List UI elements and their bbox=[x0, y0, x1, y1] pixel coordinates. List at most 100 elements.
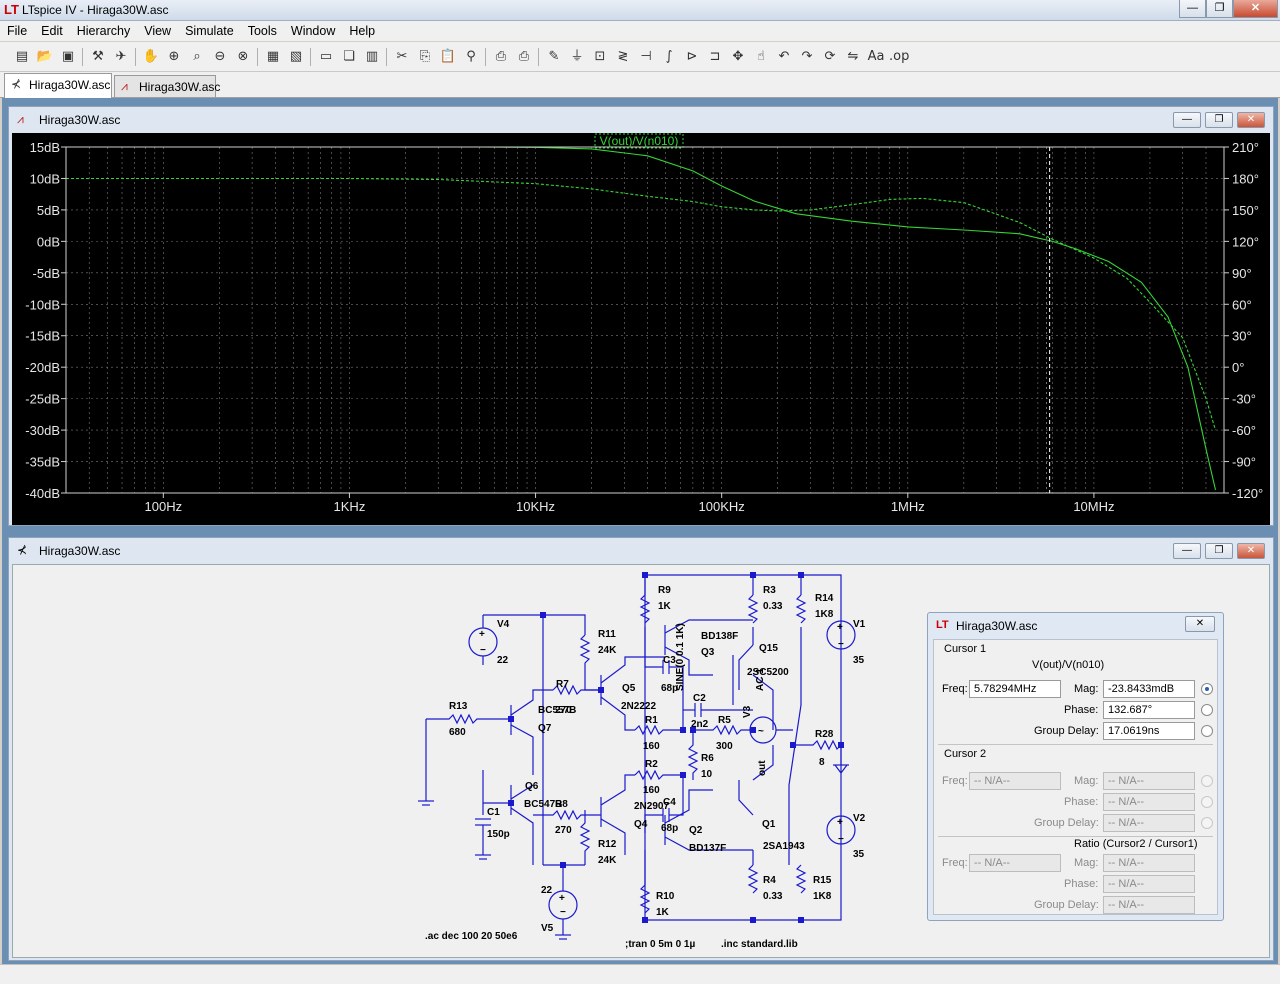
save-icon[interactable]: ▣ bbox=[58, 47, 78, 67]
maximize-button[interactable]: ❐ bbox=[1206, 0, 1233, 18]
label-icon[interactable]: ⊡ bbox=[590, 47, 610, 67]
zoom-pan-icon[interactable]: ⌕ bbox=[187, 47, 207, 67]
tile-horizontal-icon[interactable]: ▭ bbox=[316, 47, 336, 67]
ground-icon[interactable]: ⏚ bbox=[567, 47, 587, 67]
x-tick-label: 10KHz bbox=[516, 499, 555, 514]
child-minimize-button[interactable]: — bbox=[1173, 543, 1201, 559]
magnitude-trace bbox=[66, 146, 1217, 491]
move-icon[interactable]: ✥ bbox=[728, 47, 748, 67]
ratio-freq-field: -- N/A-- bbox=[969, 854, 1061, 872]
y-tick-label: -20dB bbox=[25, 360, 60, 375]
resistor-icon[interactable]: ≷ bbox=[613, 47, 633, 67]
print-icon[interactable]: ⎙ bbox=[514, 47, 534, 67]
waveform-plot[interactable]: 15dB 10dB 5dB 0dB -5dB -10dB -15dB -20dB -25dB -3… bbox=[12, 133, 1270, 525]
child-close-button[interactable]: ✕ bbox=[1237, 112, 1265, 128]
menu-tools[interactable]: Tools bbox=[241, 21, 284, 41]
spice-directive-icon[interactable]: .op bbox=[889, 47, 909, 67]
label-q15: Q15 bbox=[759, 643, 778, 654]
new-schematic-icon[interactable]: ▤ bbox=[12, 47, 32, 67]
label-c2: C2 bbox=[693, 693, 706, 704]
zoom-in-icon[interactable]: ⊕ bbox=[164, 47, 184, 67]
label-r13: R13 bbox=[449, 701, 468, 712]
close-button[interactable]: ✕ bbox=[1233, 0, 1278, 18]
cursor1-phase-radio[interactable] bbox=[1201, 704, 1213, 716]
autoscale-icon[interactable]: ▦ bbox=[263, 47, 283, 67]
cursor-dialog-close-button[interactable]: ✕ bbox=[1185, 616, 1215, 632]
child-restore-button[interactable]: ❐ bbox=[1205, 543, 1233, 559]
svg-text:+: + bbox=[559, 893, 565, 904]
divider bbox=[938, 836, 1213, 837]
menu-help[interactable]: Help bbox=[342, 21, 382, 41]
y2-tick-label: 210° bbox=[1232, 140, 1259, 155]
label-r3: R3 bbox=[763, 585, 776, 596]
label-c4: C4 bbox=[663, 797, 676, 808]
y-tick-label: 10dB bbox=[30, 171, 60, 186]
undo-icon[interactable]: ↶ bbox=[774, 47, 794, 67]
schematic-window-titlebar[interactable]: ⊀ Hiraga30W.asc — ❐ ✕ bbox=[9, 538, 1273, 562]
label-q1-type: 2SA1943 bbox=[763, 841, 805, 852]
child-close-button[interactable]: ✕ bbox=[1237, 543, 1265, 559]
y-tick-label: 15dB bbox=[30, 140, 60, 155]
cursor1-gd-field[interactable]: 17.0619ns bbox=[1103, 722, 1195, 740]
label-r14: R14 bbox=[815, 593, 834, 604]
menu-simulate[interactable]: Simulate bbox=[178, 21, 241, 41]
label-r9: R9 bbox=[658, 585, 671, 596]
y-tick-label: -25dB bbox=[25, 392, 60, 407]
menu-hierarchy[interactable]: Hierarchy bbox=[70, 21, 138, 41]
cursor1-phase-field[interactable]: 132.687° bbox=[1103, 701, 1195, 719]
menu-edit[interactable]: Edit bbox=[34, 21, 70, 41]
tab-schematic[interactable]: ⊀ Hiraga30W.asc bbox=[4, 73, 112, 98]
child-restore-button[interactable]: ❐ bbox=[1205, 112, 1233, 128]
paste-icon[interactable]: 📋 bbox=[438, 47, 458, 67]
y-tick-label: -10dB bbox=[25, 297, 60, 312]
cut-icon[interactable]: ✂ bbox=[392, 47, 412, 67]
label-q4: Q4 bbox=[634, 819, 648, 830]
child-minimize-button[interactable]: — bbox=[1173, 112, 1201, 128]
cursor1-gd-radio[interactable] bbox=[1201, 725, 1213, 737]
diode-icon[interactable]: ⊳ bbox=[682, 47, 702, 67]
minimize-button[interactable]: — bbox=[1179, 0, 1206, 18]
run-icon[interactable]: ✈ bbox=[111, 47, 131, 67]
inductor-icon[interactable]: ∫ bbox=[659, 47, 679, 67]
tile-vertical-icon[interactable]: ▥ bbox=[362, 47, 382, 67]
grid-icon[interactable]: ▧ bbox=[286, 47, 306, 67]
cascade-icon[interactable]: ❏ bbox=[339, 47, 359, 67]
menu-file[interactable]: File bbox=[0, 21, 34, 41]
label-v1-value: 35 bbox=[853, 655, 865, 666]
control-panel-icon[interactable]: ⚒ bbox=[88, 47, 108, 67]
find-icon[interactable]: ⚲ bbox=[461, 47, 481, 67]
cursor-dialog-title: Hiraga30W.asc bbox=[956, 619, 1038, 633]
svg-text:+: + bbox=[479, 629, 485, 640]
open-icon[interactable]: 📂 bbox=[35, 47, 55, 67]
wire-icon[interactable]: ✎ bbox=[544, 47, 564, 67]
ltspice-logo-icon: LT bbox=[936, 619, 949, 631]
text-icon[interactable]: Aa bbox=[866, 47, 886, 67]
cursor1-mag-field[interactable]: -23.8433mdB bbox=[1103, 680, 1195, 698]
y2-tick-label: 90° bbox=[1232, 266, 1252, 281]
cursor2-mag-radio bbox=[1201, 775, 1213, 787]
waveform-window-titlebar[interactable]: ⩘ Hiraga30W.asc — ❐ ✕ bbox=[9, 107, 1273, 131]
mirror-icon[interactable]: ⇋ bbox=[843, 47, 863, 67]
rotate-icon[interactable]: ⟳ bbox=[820, 47, 840, 67]
label-r28: R28 bbox=[815, 729, 834, 740]
cursor1-mag-radio[interactable] bbox=[1201, 683, 1213, 695]
capacitor-icon[interactable]: ⊣ bbox=[636, 47, 656, 67]
y2-tick-label: 0° bbox=[1232, 360, 1244, 375]
copy-icon[interactable]: ⎘ bbox=[415, 47, 435, 67]
component-icon[interactable]: ⊐ bbox=[705, 47, 725, 67]
print-setup-icon[interactable]: ⎙ bbox=[491, 47, 511, 67]
cursor1-freq-field[interactable]: 5.78294MHz bbox=[969, 680, 1061, 698]
y2-tick-label: -90° bbox=[1232, 455, 1256, 470]
label-ac: AC 1 bbox=[755, 668, 766, 691]
redo-icon[interactable]: ↷ bbox=[797, 47, 817, 67]
menu-view[interactable]: View bbox=[137, 21, 178, 41]
label-c1-value: 150p bbox=[487, 829, 510, 840]
drag-icon[interactable]: ☝ bbox=[751, 47, 771, 67]
halt-icon[interactable]: ✋ bbox=[141, 47, 161, 67]
zoom-out-icon[interactable]: ⊖ bbox=[210, 47, 230, 67]
tab-waveform[interactable]: ⩘ Hiraga30W.asc bbox=[114, 75, 220, 97]
zoom-fit-icon[interactable]: ⊗ bbox=[233, 47, 253, 67]
label-r15: R15 bbox=[813, 875, 832, 886]
cursor2-gd-field: -- N/A-- bbox=[1103, 814, 1195, 832]
menu-window[interactable]: Window bbox=[284, 21, 342, 41]
